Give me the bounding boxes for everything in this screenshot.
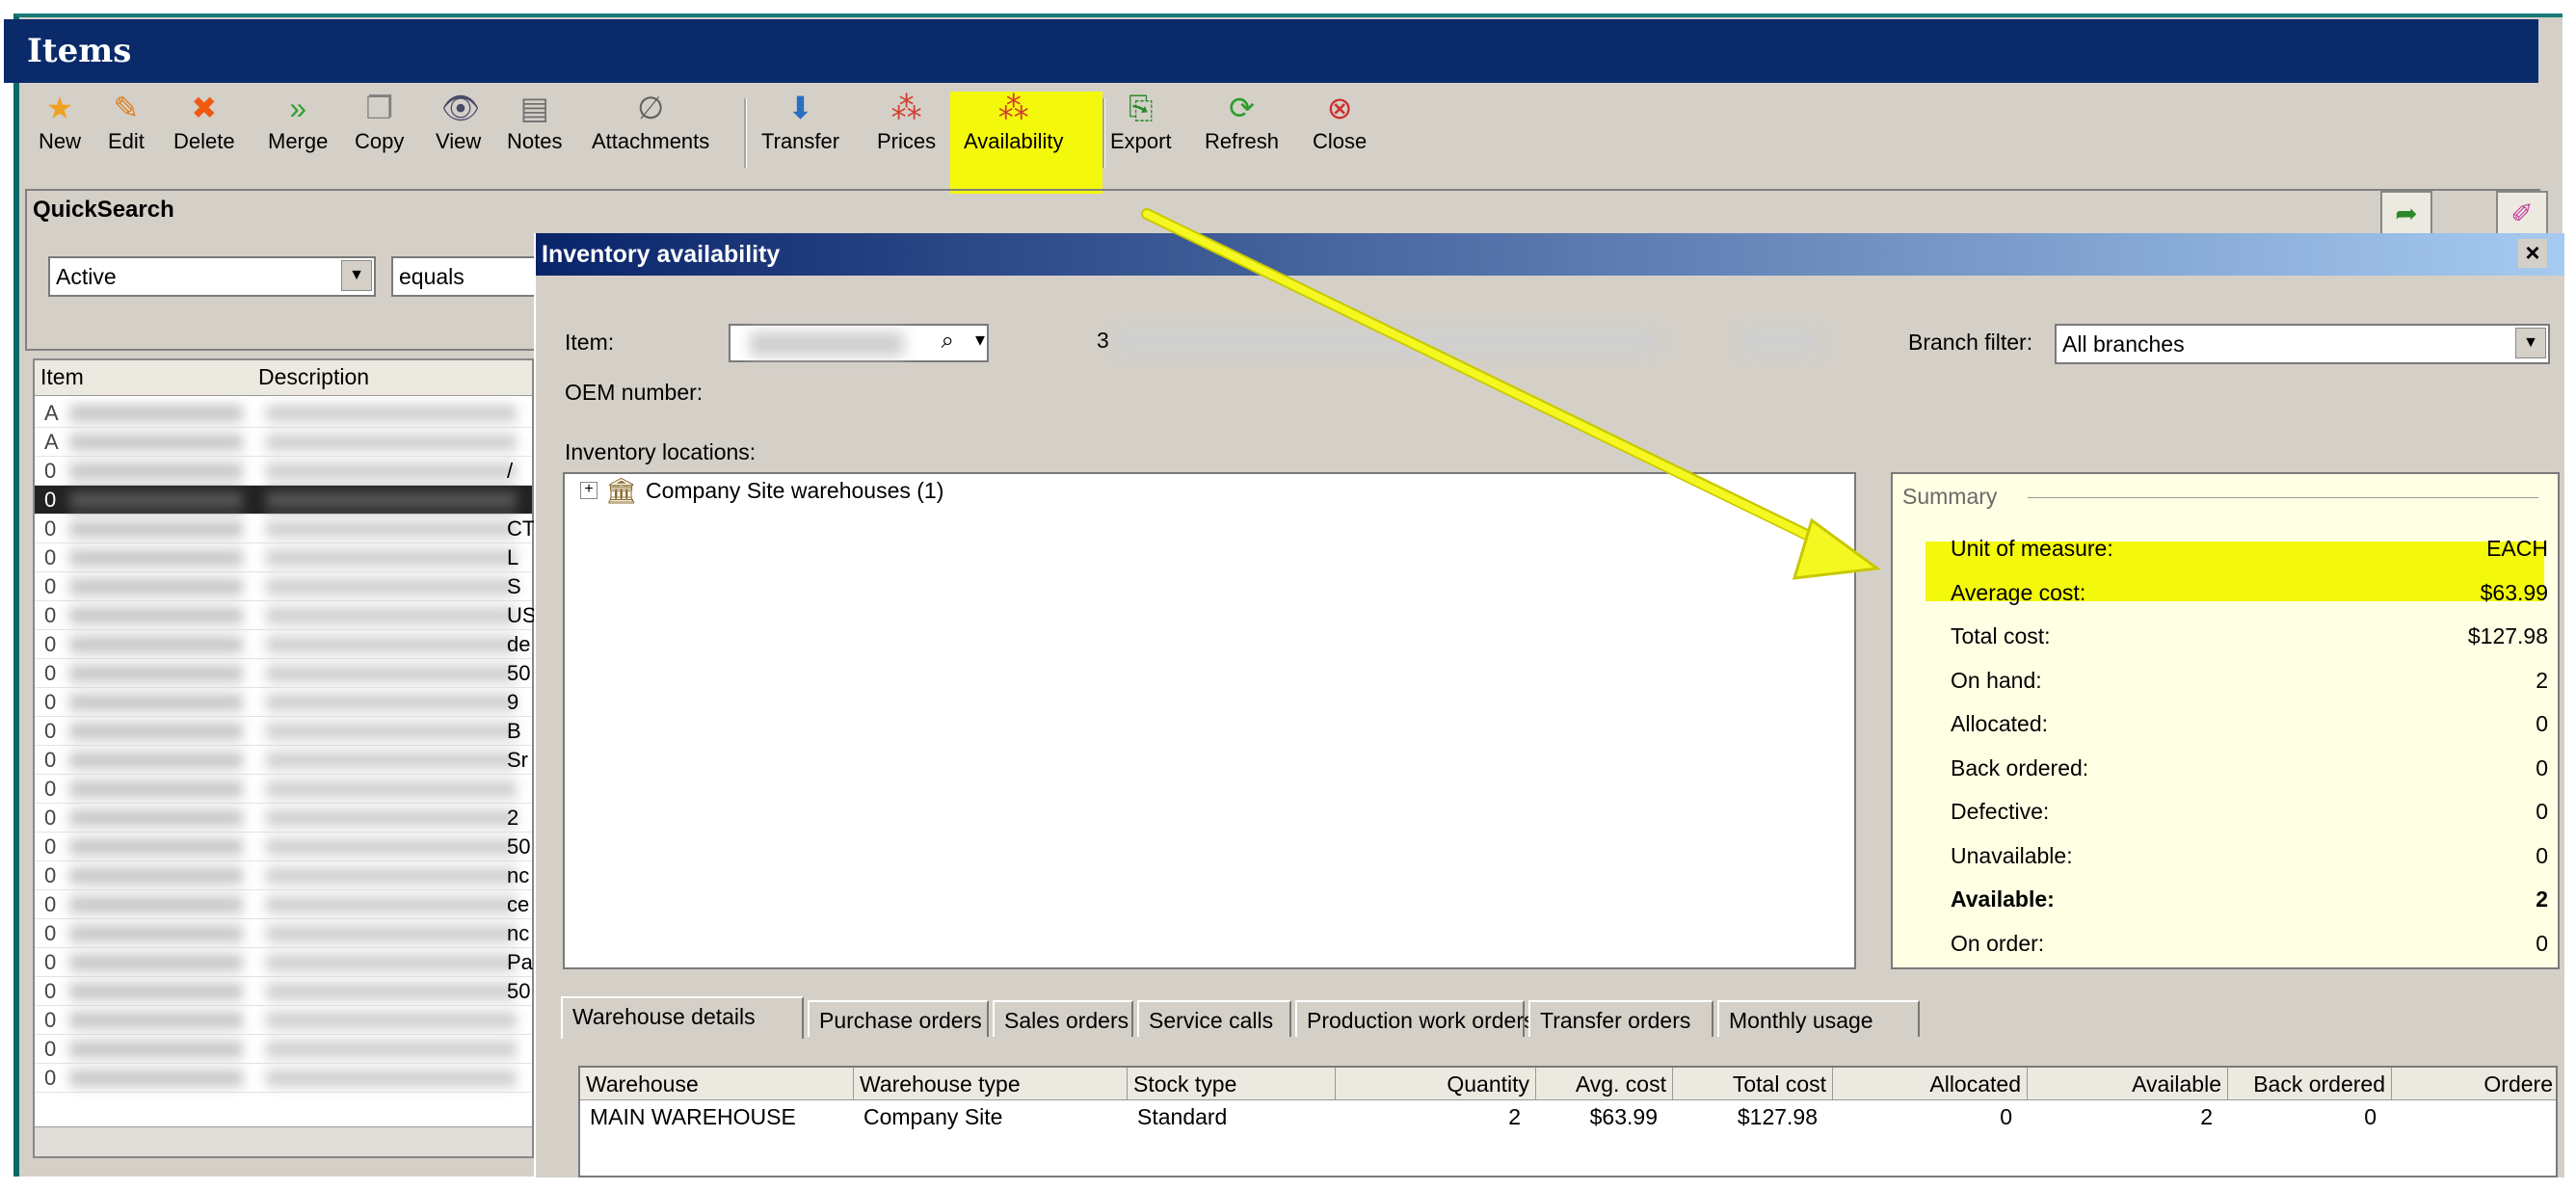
annotation-arrow [1141, 208, 1881, 580]
